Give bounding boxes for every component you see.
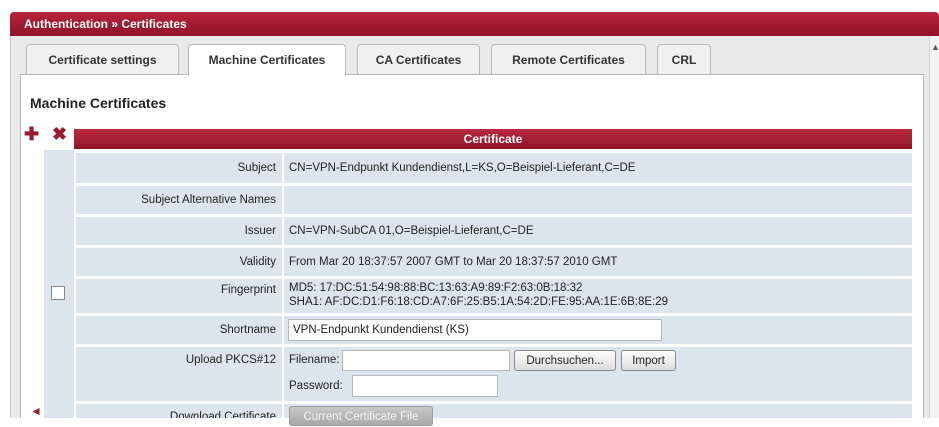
issuer-value: CN=VPN-SubCA 01,O=Beispiel-Lieferant,C=D… xyxy=(284,217,912,245)
subject-value: CN=VPN-Endpunkt Kundendienst,L=KS,O=Beis… xyxy=(284,153,912,183)
column-header-certificate: Certificate xyxy=(74,129,912,149)
shortname-label: Shortname xyxy=(76,316,282,344)
tab-remote-certificates[interactable]: Remote Certificates xyxy=(491,44,646,74)
browse-button[interactable]: Durchsuchen... xyxy=(514,350,616,371)
download-label: Download Certificate xyxy=(76,404,282,418)
fingerprint-sha1: SHA1: AF:DC:D1:F6:18:CD:A7:6F:25:B5:1A:5… xyxy=(289,296,669,308)
issuer-label: Issuer xyxy=(76,217,282,245)
fingerprint-md5: MD5: 17:DC:51:54:98:88:BC:13:63:A9:89:F2… xyxy=(289,282,583,294)
row-select-column xyxy=(44,150,74,418)
shortname-input[interactable]: VPN-Endpunkt Kundendienst (KS) xyxy=(288,319,662,341)
filename-input[interactable] xyxy=(342,350,510,371)
tab-ca-certificates[interactable]: CA Certificates xyxy=(357,44,480,74)
fingerprint-label: Fingerprint xyxy=(76,279,282,313)
password-input[interactable] xyxy=(352,375,498,397)
section-title: Machine Certificates xyxy=(30,95,167,111)
san-value xyxy=(284,186,912,214)
fingerprint-value: MD5: 17:DC:51:54:98:88:BC:13:63:A9:89:F2… xyxy=(284,279,912,313)
tab-machine-certificates[interactable]: Machine Certificates xyxy=(188,44,346,76)
validity-value: From Mar 20 18:37:57 2007 GMT to Mar 20 … xyxy=(284,248,912,276)
tab-crl[interactable]: CRL xyxy=(657,44,711,74)
password-label: Password: xyxy=(289,380,343,392)
add-icon[interactable]: ✚ xyxy=(24,125,39,143)
tab-certificate-settings[interactable]: Certificate settings xyxy=(26,44,179,74)
filename-label: Filename: xyxy=(289,354,340,366)
scroll-up-arrow-icon[interactable]: ▲ xyxy=(931,42,939,52)
breadcrumb: Authentication » Certificates xyxy=(24,17,187,31)
validity-label: Validity xyxy=(76,248,282,276)
arrow-left-icon[interactable]: ◄ xyxy=(30,404,42,418)
import-button[interactable]: Import xyxy=(621,350,676,371)
download-certificate-button[interactable]: Current Certificate File xyxy=(289,406,433,426)
title-bar: Authentication » Certificates xyxy=(10,12,939,36)
scrollbar[interactable]: ▲ xyxy=(929,36,939,418)
upload-label: Upload PKCS#12 xyxy=(76,347,282,401)
delete-icon[interactable]: ✖ xyxy=(52,125,67,143)
row-checkbox[interactable] xyxy=(51,286,65,300)
san-label: Subject Alternative Names xyxy=(76,186,282,214)
subject-label: Subject xyxy=(76,153,282,183)
